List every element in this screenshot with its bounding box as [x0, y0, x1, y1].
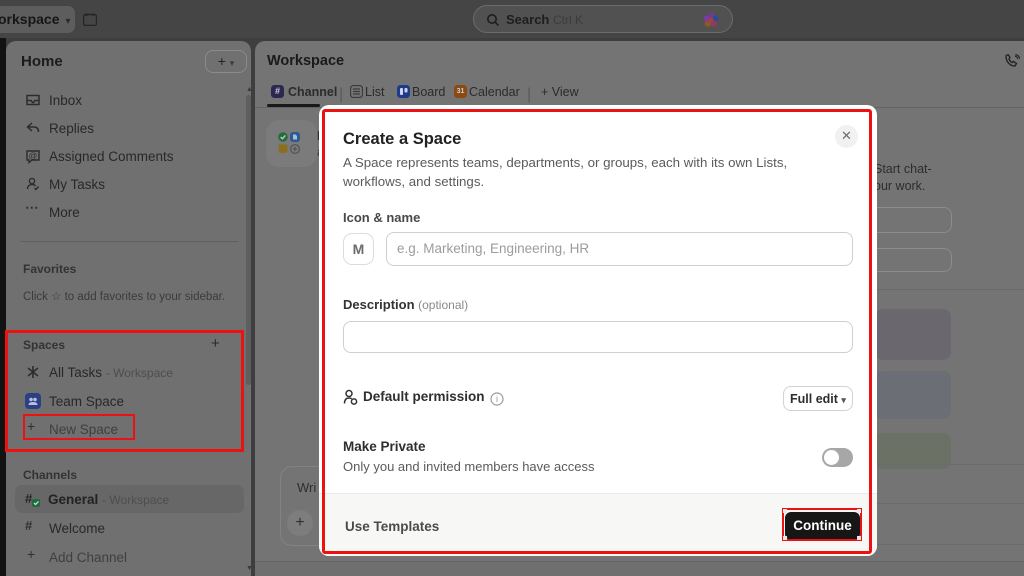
svg-text:@: @	[29, 150, 38, 160]
svg-text:#: #	[25, 491, 33, 506]
